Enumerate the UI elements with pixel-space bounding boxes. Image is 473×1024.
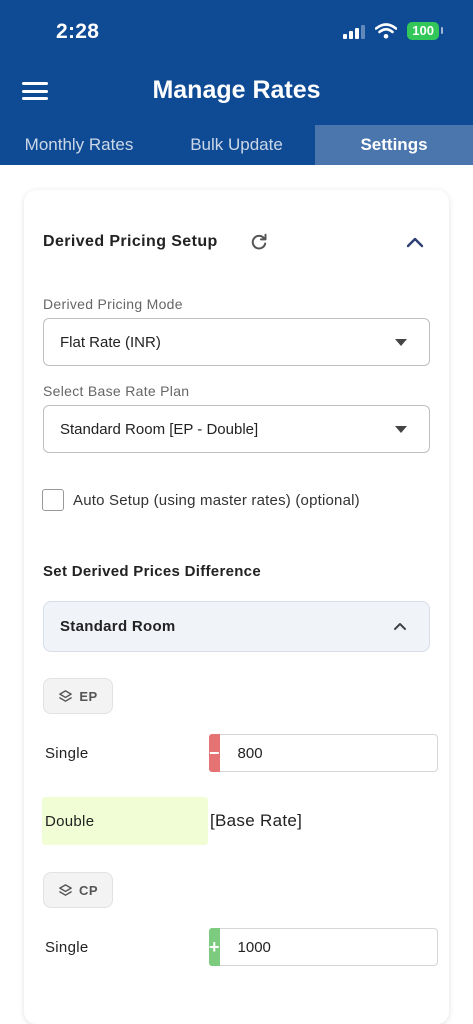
room-name: Standard Room <box>60 618 176 635</box>
derived-difference-title: Set Derived Prices Difference <box>43 563 261 580</box>
plan-code: EP <box>79 688 98 704</box>
tab-bar: Monthly Rates Bulk Update Settings <box>0 125 473 165</box>
plan-code: CP <box>78 882 99 898</box>
base-rate-note: [Base Rate] <box>210 811 303 830</box>
base-rate-plan-select[interactable]: Standard Room [EP - Double] <box>43 405 430 453</box>
status-icons: 100 <box>343 22 443 40</box>
battery-indicator: 100 <box>407 22 443 40</box>
minus-sign-toggle[interactable]: − <box>209 734 220 772</box>
base-rate-plan-value: Standard Room [EP - Double] <box>60 420 259 438</box>
tab-settings[interactable]: Settings <box>315 125 473 165</box>
auto-setup-label: Auto Setup (using master rates) (optiona… <box>73 491 360 509</box>
pricing-mode-value: Flat Rate (INR) <box>60 333 161 351</box>
tab-monthly-rates[interactable]: Monthly Rates <box>0 125 158 165</box>
layers-icon <box>59 883 72 896</box>
rate-diff-input[interactable] <box>219 734 438 772</box>
occupancy-label-single: Single <box>45 745 89 762</box>
occupancy-label-double: Double <box>42 797 208 845</box>
chevron-up-icon[interactable] <box>405 234 425 250</box>
room-accordion-header[interactable]: Standard Room <box>43 601 430 652</box>
rate-diff-group: − <box>209 734 438 772</box>
auto-setup-checkbox[interactable] <box>42 489 64 511</box>
tab-bulk-update[interactable]: Bulk Update <box>158 125 315 165</box>
plus-sign-toggle[interactable]: + <box>209 928 220 966</box>
plan-chip-cp: CP <box>43 872 113 908</box>
dropdown-caret-icon <box>395 426 407 433</box>
app-header: 2:28 100 Manage Rates Monthly Rates Bulk… <box>0 0 473 165</box>
auto-setup-row: Auto Setup (using master rates) (optiona… <box>42 489 360 511</box>
base-rate-plan-label: Select Base Rate Plan <box>43 383 190 399</box>
cellular-signal-icon <box>343 23 366 39</box>
refresh-icon[interactable] <box>250 233 268 251</box>
section-title: Derived Pricing Setup <box>43 233 218 250</box>
wifi-icon <box>375 23 398 39</box>
chevron-up-icon <box>394 623 406 630</box>
occupancy-label-single: Single <box>45 939 89 956</box>
layers-icon <box>59 689 73 702</box>
page-title: Manage Rates <box>152 76 321 104</box>
status-time: 2:28 <box>56 20 100 43</box>
rate-diff-input[interactable] <box>219 928 438 966</box>
plan-chip-ep: EP <box>43 678 113 714</box>
pricing-mode-label: Derived Pricing Mode <box>43 296 183 312</box>
dropdown-caret-icon <box>395 339 407 346</box>
pricing-mode-select[interactable]: Flat Rate (INR) <box>43 318 430 366</box>
rate-diff-group: + <box>209 928 438 966</box>
